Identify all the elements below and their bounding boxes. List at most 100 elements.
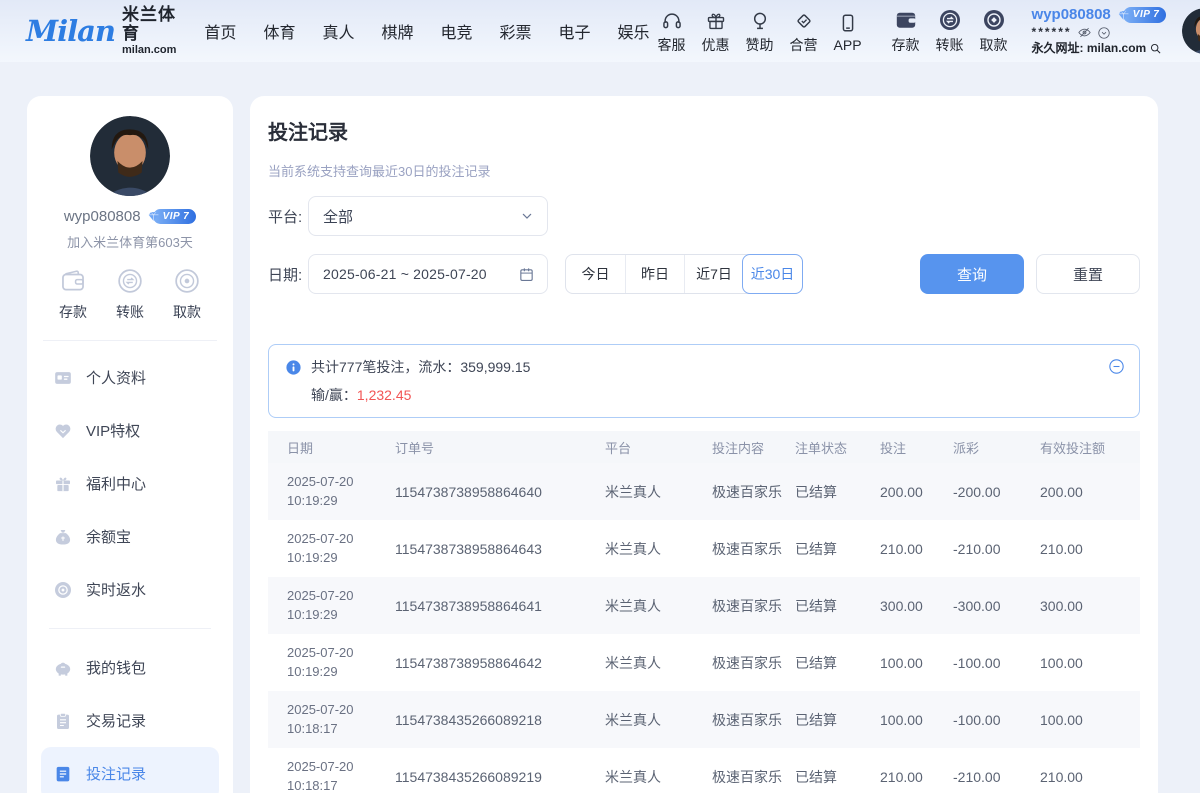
search-icon[interactable] [1149,42,1162,55]
cell-content: 极速百家乐 [712,539,795,559]
filter-actions: 查询 重置 [920,254,1140,294]
table-row: 2025-07-2010:19:29 1154738738958864641 米… [268,577,1140,634]
username[interactable]: wyp080808 [1032,6,1111,25]
winlose-value: 1,232.45 [357,387,412,403]
cell-status: 已结算 [795,539,880,559]
service-button[interactable]: 客服 [651,8,693,55]
nav-item-live[interactable]: 真人 [322,19,354,43]
cell-status: 已结算 [795,482,880,502]
range-7days-button[interactable]: 近7日 [684,255,743,293]
cell-order: 1154738738958864641 [395,598,605,614]
sidebar-item-vip[interactable]: VIP特权 [41,404,219,457]
sidebar-menu: 个人资料 VIP特权 福利中心 余额宝 实时返水 我的钱包 交易记录 [27,341,233,793]
cell-valid: 100.00 [1040,712,1140,728]
cell-payout: -100.00 [953,712,1040,728]
cell-date: 2025-07-2010:18:17 [287,758,395,793]
cell-content: 极速百家乐 [712,710,795,730]
cell-status: 已结算 [795,596,880,616]
sponsor-button[interactable]: 赞助 [739,8,781,55]
cell-content: 极速百家乐 [712,596,795,616]
gift-icon [705,8,727,32]
cell-status: 已结算 [795,653,880,673]
page-subtitle: 当前系统支持查询最近30日的投注记录 [268,161,1140,180]
nav-item-lottery[interactable]: 彩票 [500,19,532,43]
table-row: 2025-07-2010:19:29 1154738738958864642 米… [268,634,1140,691]
masked-balance: ****** [1032,25,1072,40]
deposit-button[interactable]: 存款 [885,8,927,55]
header-valid: 有效投注额 [1040,438,1140,457]
header-date: 日期 [287,438,395,457]
sidebar-item-profile[interactable]: 个人资料 [41,351,219,404]
platform-select[interactable]: 全部 [308,196,548,236]
sidebar-item-yuebao[interactable]: 余额宝 [41,510,219,563]
collapse-icon[interactable] [1108,358,1125,375]
table-row: 2025-07-2010:18:17 1154738435266089219 米… [268,748,1140,793]
sidebar-item-rebate[interactable]: 实时返水 [41,563,219,616]
cell-bet: 100.00 [880,655,953,671]
withdraw-icon [982,8,1006,32]
sidebar-item-welfare[interactable]: 福利中心 [41,457,219,510]
reset-button[interactable]: 重置 [1036,254,1140,294]
date-label: 日期: [268,264,308,285]
quick-range-group: 今日 昨日 近7日 近30日 [565,254,803,294]
heart-icon [53,421,73,441]
cell-platform: 米兰真人 [605,482,712,502]
transfer-button[interactable]: 转账 [116,267,144,322]
withdraw-icon [173,267,201,295]
range-30days-button[interactable]: 近30日 [742,254,803,294]
partner-button[interactable]: 合营 [783,8,825,55]
winlose-label: 输/赢： [311,387,357,403]
chevron-circle-icon[interactable] [1097,26,1111,40]
withdraw-button[interactable]: 取款 [173,267,201,322]
summary-banner: 共计777笔投注，流水：359,999.15 输/赢：1,232.45 [268,344,1140,418]
sidebar-item-bet-records[interactable]: 投注记录 [41,747,219,793]
nav-item-sports[interactable]: 体育 [263,19,295,43]
eye-off-icon[interactable] [1077,25,1092,40]
header-status: 注单状态 [795,438,880,457]
cell-status: 已结算 [795,767,880,787]
moneybag-icon [53,527,73,547]
main-nav: 首页 体育 真人 棋牌 电竞 彩票 电子 娱乐 [204,19,649,43]
cell-platform: 米兰真人 [605,539,712,559]
promo-button[interactable]: 优惠 [695,8,737,55]
header-content: 投注内容 [712,438,795,457]
topbar-right: 客服 优惠 赞助 合营 APP 存款 转账 [650,6,1200,57]
sidebar-quick-actions: 存款 转账 取款 [27,251,233,340]
wallet-icon [893,8,919,32]
cell-order: 1154738435266089219 [395,769,605,785]
cell-date: 2025-07-2010:19:29 [287,473,395,511]
member-since-label: 加入米兰体育第603天 [27,232,233,251]
brand-logo[interactable]: Milan 米兰体育 milan.com [26,6,176,55]
sidebar-item-wallet[interactable]: 我的钱包 [41,641,219,694]
chevron-down-icon [519,208,535,224]
date-filter-row: 日期: 2025-06-21 ~ 2025-07-20 今日 昨日 近7日 近3… [268,254,1140,294]
search-button[interactable]: 查询 [920,254,1024,294]
document-icon [53,764,73,784]
cell-date: 2025-07-2010:19:29 [287,644,395,682]
nav-item-entertainment[interactable]: 娱乐 [618,19,650,43]
transfer-button[interactable]: 转账 [929,8,971,55]
cell-order: 1154738738958864642 [395,655,605,671]
header-payout: 派彩 [953,438,1040,457]
user-info: wyp080808 VIP 7 ****** 永久网址: milan.com [1032,6,1167,57]
avatar[interactable] [1182,8,1200,54]
nav-item-esports[interactable]: 电竞 [440,19,472,43]
cell-platform: 米兰真人 [605,653,712,673]
deposit-button[interactable]: 存款 [59,267,87,322]
app-button[interactable]: APP [827,10,869,53]
cell-status: 已结算 [795,710,880,730]
avatar[interactable] [90,116,170,196]
cell-platform: 米兰真人 [605,710,712,730]
date-range-input[interactable]: 2025-06-21 ~ 2025-07-20 [308,254,548,294]
cell-bet: 200.00 [880,484,953,500]
range-today-button[interactable]: 今日 [566,255,625,293]
cell-payout: -300.00 [953,598,1040,614]
range-yesterday-button[interactable]: 昨日 [625,255,684,293]
cell-valid: 210.00 [1040,769,1140,785]
sidebar-item-transactions[interactable]: 交易记录 [41,694,219,747]
nav-item-home[interactable]: 首页 [204,19,236,43]
nav-item-cards[interactable]: 棋牌 [381,19,413,43]
nav-item-slots[interactable]: 电子 [559,19,591,43]
withdraw-button[interactable]: 取款 [973,8,1015,55]
cell-content: 极速百家乐 [712,767,795,787]
